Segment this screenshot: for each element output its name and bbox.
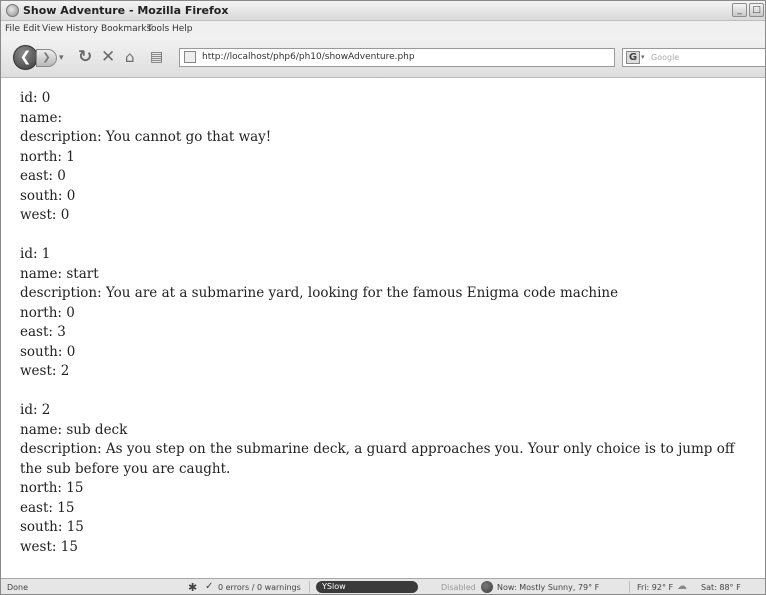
page-content: id: 0 name: description: You cannot go t… — [1, 78, 765, 578]
status-divider — [309, 581, 310, 593]
record-south: south: 0 — [20, 187, 76, 204]
firebug-bug-icon[interactable]: ✱ — [188, 581, 197, 594]
search-engine-dropdown-icon[interactable]: ▾ — [641, 53, 645, 61]
menu-file[interactable]: File — [5, 24, 20, 34]
record-north: north: 0 — [20, 304, 75, 321]
browser-window: Show Adventure - Mozilla Firefox _ □ Fil… — [0, 0, 766, 595]
record-name: name: start — [20, 265, 99, 282]
history-dropdown-icon[interactable]: ▾ — [59, 49, 64, 67]
record-name: name: sub deck — [20, 421, 128, 438]
record-west: west: 0 — [20, 207, 70, 223]
title-bar: Show Adventure - Mozilla Firefox _ □ — [1, 1, 765, 21]
firefox-icon — [6, 4, 19, 17]
record-north: north: 1 — [20, 148, 75, 165]
record: id: 0 name: description: You cannot go t… — [20, 89, 760, 226]
back-button[interactable]: ❮ — [13, 45, 38, 70]
weather-icon — [481, 581, 493, 593]
record-description: description: You are at a submarine yard… — [20, 285, 619, 301]
search-box[interactable]: G ▾ Google — [622, 48, 765, 67]
record-description: description: As you step on the submarin… — [20, 441, 735, 477]
record-id: id: 2 — [20, 402, 51, 418]
record-north: north: 15 — [20, 480, 84, 496]
menu-bookmarks[interactable]: Bookmarks — [101, 24, 151, 34]
record-south: south: 0 — [20, 343, 76, 360]
home-icon[interactable]: ⌂ — [125, 48, 135, 66]
record: id: 1 name: start description: You are a… — [20, 245, 760, 382]
record-id: id: 0 — [20, 90, 51, 106]
adventure-records: id: 0 name: description: You cannot go t… — [20, 89, 760, 578]
yslow-badge[interactable]: YSlow — [316, 581, 418, 593]
status-bar: Done ✱ ✓ 0 errors / 0 warnings YSlow Dis… — [1, 578, 765, 594]
status-divider — [629, 581, 630, 593]
record-east: east: 15 — [20, 499, 75, 516]
menu-view[interactable]: View — [42, 24, 63, 34]
check-icon: ✓ — [205, 581, 214, 592]
record-south: south: 15 — [20, 519, 84, 535]
maximize-button[interactable]: □ — [749, 3, 764, 17]
record: id: 2 name: sub deck description: As you… — [20, 401, 760, 557]
page-favicon-icon — [184, 51, 196, 63]
status-text: Done — [7, 583, 29, 592]
weather-sat: Sat: 88° F — [701, 583, 741, 592]
weather-now: Now: Mostly Sunny, 79° F — [497, 583, 600, 592]
error-count[interactable]: 0 errors / 0 warnings — [218, 583, 301, 592]
record-east: east: 0 — [20, 168, 66, 184]
bookmark-page-icon[interactable]: ▤ — [150, 48, 163, 66]
menu-history[interactable]: History — [66, 24, 98, 34]
record-west: west: 15 — [20, 538, 78, 555]
google-icon[interactable]: G — [626, 51, 640, 64]
menu-tools[interactable]: Tools — [147, 24, 169, 34]
reload-icon[interactable]: ↻ — [78, 48, 92, 66]
navigation-toolbar: ❮ ❯ ▾ ↻ ✕ ⌂ ▤ http://localhost/php6/ph10… — [1, 38, 765, 78]
menu-help[interactable]: Help — [172, 24, 193, 34]
menu-bar: File Edit View History Bookmarks Tools H… — [1, 21, 765, 38]
disabled-label: Disabled — [441, 583, 476, 592]
record-description: description: You cannot go that way! — [20, 129, 272, 145]
search-placeholder: Google — [651, 53, 680, 62]
stop-icon[interactable]: ✕ — [101, 48, 115, 66]
record-name: name: — [20, 109, 63, 126]
url-text: http://localhost/php6/ph10/showAdventure… — [202, 52, 415, 62]
window-title: Show Adventure - Mozilla Firefox — [23, 4, 229, 17]
weather-fri: Fri: 92° F — [637, 583, 674, 592]
forward-button[interactable]: ❯ — [36, 49, 57, 67]
record-id: id: 1 — [20, 246, 51, 262]
record-east: east: 3 — [20, 324, 66, 340]
address-bar[interactable]: http://localhost/php6/ph10/showAdventure… — [179, 48, 615, 67]
cloud-icon: ☁ — [677, 581, 687, 592]
menu-edit[interactable]: Edit — [23, 24, 40, 34]
record-west: west: 2 — [20, 363, 70, 379]
minimize-button[interactable]: _ — [732, 3, 747, 17]
